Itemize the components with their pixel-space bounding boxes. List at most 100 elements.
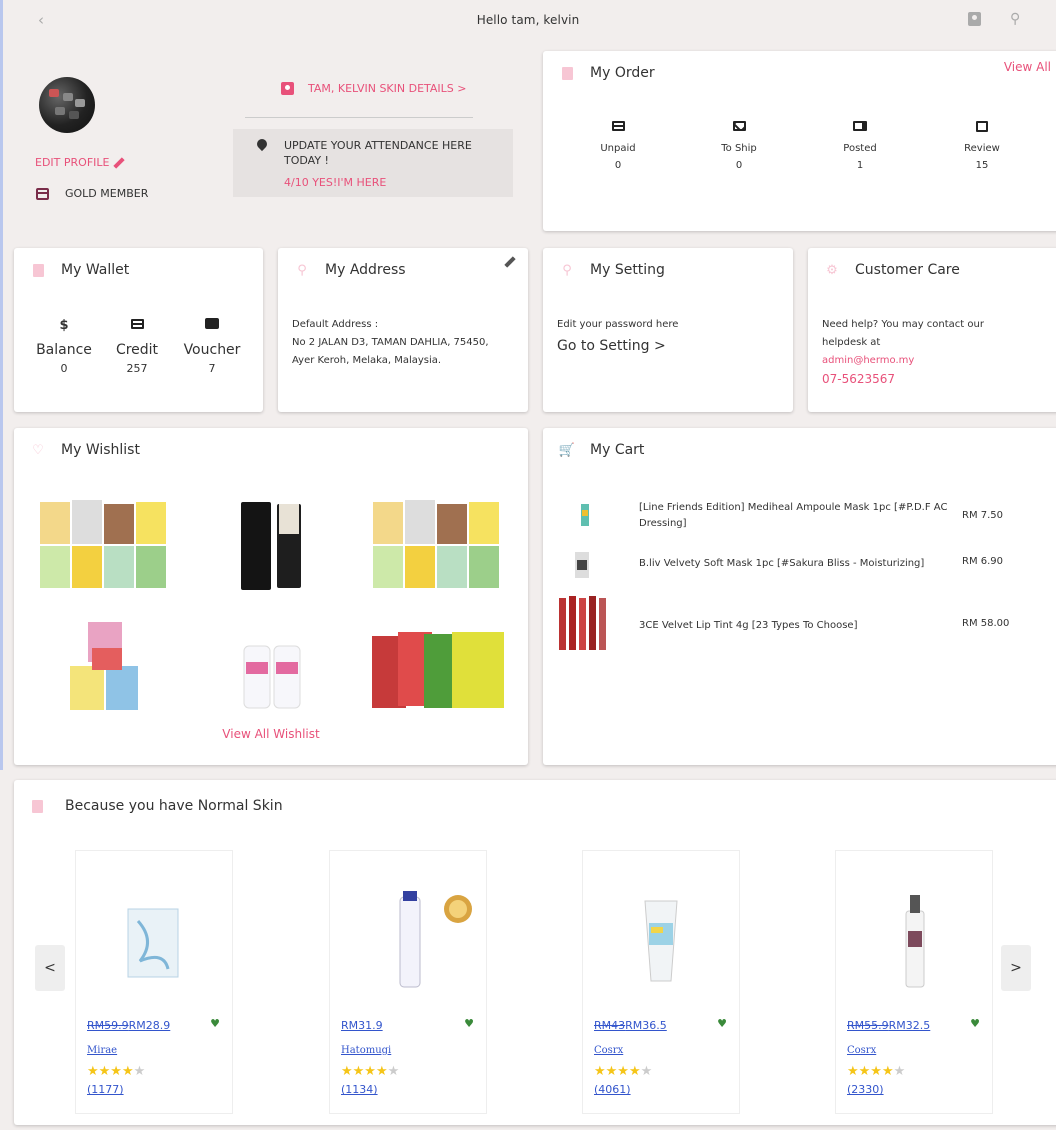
order-label: Unpaid — [600, 143, 636, 154]
wallet-title-text: My Wallet — [61, 262, 130, 278]
order-label: Review — [964, 143, 1000, 154]
wallet-label: Credit — [115, 342, 159, 358]
pencil-icon — [113, 156, 126, 169]
id-card-icon — [32, 799, 43, 813]
wallet-label: Voucher — [183, 342, 241, 358]
care-line-1: Need help? You may contact our — [822, 319, 984, 330]
wallet-credit[interactable]: Credit 257 — [102, 318, 172, 375]
old-price: RM43 — [594, 1019, 626, 1032]
order-label: Posted — [843, 143, 877, 154]
cart-item-name: [Line Friends Edition] Mediheal Ampoule … — [639, 502, 948, 529]
address-card: ⚲ My Address Default Address : No 2 JALA… — [278, 248, 528, 412]
attendance-text: UPDATE YOUR ATTENDANCE HERE TODAY ! — [284, 139, 472, 167]
order-review[interactable]: Review 15 — [947, 121, 1017, 171]
wishlist-item-micellar[interactable] — [242, 640, 302, 710]
wishlist-item-mask-set[interactable] — [40, 500, 168, 590]
wallet-balance[interactable]: $ Balance 0 — [29, 318, 99, 375]
review-count[interactable]: (2330) — [847, 1083, 884, 1096]
rating-stars: ★★★★★ — [594, 1064, 653, 1079]
divider — [245, 117, 473, 118]
product-brand[interactable]: Mirae — [87, 1045, 117, 1056]
cart-title-text: My Cart — [590, 442, 645, 458]
rating-stars: ★★★★★ — [341, 1064, 400, 1079]
order-count: 0 — [735, 160, 743, 171]
carousel-next-button[interactable]: > — [1001, 945, 1031, 991]
wallet-value: 0 — [60, 362, 68, 375]
attendance-status[interactable]: 4/10 YES!I'M HERE — [284, 176, 386, 189]
product-brand[interactable]: Hatomugi — [341, 1045, 391, 1056]
heart-icon[interactable]: ♥ — [717, 1017, 727, 1030]
care-line-2: helpdesk at — [822, 337, 881, 348]
rating-stars: ★★★★★ — [847, 1064, 906, 1079]
customer-care-card: ⚙ Customer Care Need help? You may conta… — [808, 248, 1056, 412]
care-email-link[interactable]: admin@hermo.my — [822, 352, 1042, 370]
address-text: Default Address : No 2 JALAN D3, TAMAN D… — [292, 316, 522, 370]
product-card[interactable]: RM55.9RM32.5 ♥ Cosrx ★★★★★ (2330) — [835, 850, 993, 1114]
cart-item[interactable]: B.liv Velvety Soft Mask 1pc [#Sakura Bli… — [557, 552, 1056, 582]
setting-title-text: My Setting — [590, 262, 665, 278]
product-image — [905, 895, 925, 988]
wishlist-item-stick[interactable] — [239, 500, 303, 592]
wallet-value: 7 — [208, 362, 216, 375]
edit-profile-link[interactable]: EDIT PROFILE — [35, 156, 126, 169]
view-all-wishlist-link[interactable]: View All Wishlist — [14, 727, 528, 741]
location-pin-icon: ⚲ — [297, 262, 307, 278]
cart-item[interactable]: 3CE Velvet Lip Tint 4g [23 Types To Choo… — [557, 596, 1056, 652]
skin-details-link[interactable]: TAM, KELVIN SKIN DETAILS > — [281, 82, 467, 95]
edit-address-icon[interactable] — [504, 256, 516, 268]
product-price: RM31.9 — [341, 1019, 383, 1032]
review-count[interactable]: (1134) — [341, 1083, 378, 1096]
order-unpaid[interactable]: Unpaid 0 — [583, 121, 653, 171]
setting-title: ⚲ My Setting — [561, 262, 665, 278]
avatar[interactable] — [39, 77, 95, 133]
cart-item[interactable]: [Line Friends Edition] Mediheal Ampoule … — [557, 500, 1056, 536]
product-card[interactable]: RM59.9RM28.9 ♥ Mirae ★★★★★ (1177) — [75, 850, 233, 1114]
product-brand[interactable]: Cosrx — [847, 1045, 876, 1056]
heart-icon: ♡ — [32, 442, 44, 458]
heart-icon[interactable]: ♥ — [970, 1017, 980, 1030]
rating-stars: ★★★★★ — [87, 1064, 146, 1079]
review-count[interactable]: (4061) — [594, 1083, 631, 1096]
card-icon — [130, 319, 144, 329]
attendance-box[interactable]: UPDATE YOUR ATTENDANCE HERE TODAY ! 4/10… — [233, 129, 513, 197]
location-pin-icon[interactable]: ⚲ — [1010, 11, 1020, 27]
product-brand[interactable]: Cosrx — [594, 1045, 623, 1056]
product-card[interactable]: RM31.9 ♥ Hatomugi ★★★★★ (1134) — [329, 850, 487, 1114]
product-price: RM43RM36.5 — [594, 1019, 667, 1032]
edit-profile-label: EDIT PROFILE — [35, 156, 110, 169]
cart-card: 🛒 My Cart [Line Friends Edition] Medihea… — [543, 428, 1056, 765]
view-all-orders-link[interactable]: View All — [1004, 60, 1051, 74]
setting-card: ⚲ My Setting Edit your password here Go … — [543, 248, 793, 412]
cart-item-price: RM 7.50 — [962, 510, 1004, 521]
wishlist-item-mask-set-2[interactable] — [373, 500, 501, 590]
address-label: Default Address : — [292, 319, 379, 330]
order-posted[interactable]: Posted 1 — [825, 121, 895, 171]
recommendation-title: Because you have Normal Skin — [32, 798, 283, 814]
carousel-prev-button[interactable]: < — [35, 945, 65, 991]
go-to-setting-link[interactable]: Go to Setting > — [557, 338, 666, 354]
customer-care-text: Need help? You may contact our helpdesk … — [822, 316, 1042, 388]
card-icon — [611, 121, 625, 131]
cart-item-name: B.liv Velvety Soft Mask 1pc [#Sakura Bli… — [639, 558, 925, 569]
product-card[interactable]: RM43RM36.5 ♥ Cosrx ★★★★★ (4061) — [582, 850, 740, 1114]
truck-icon — [853, 121, 867, 131]
location-pin-icon — [254, 136, 270, 152]
order-to-ship[interactable]: To Ship 0 — [704, 121, 774, 171]
chat-icon — [976, 121, 988, 132]
heart-icon[interactable]: ♥ — [464, 1017, 474, 1030]
order-count: 15 — [975, 160, 989, 171]
heart-icon[interactable]: ♥ — [210, 1017, 220, 1030]
wallet-voucher[interactable]: Voucher 7 — [177, 318, 247, 375]
chevron-left-icon[interactable]: ‹ — [38, 11, 44, 29]
review-count[interactable]: (1177) — [87, 1083, 124, 1096]
care-phone-link[interactable]: 07-5623567 — [822, 370, 1042, 388]
ticket-icon — [205, 318, 219, 329]
order-card: My Order View All Unpaid 0 To Ship 0 Pos… — [543, 51, 1056, 231]
dollar-icon: $ — [59, 318, 69, 333]
cart-item-price: RM 58.00 — [962, 618, 1010, 629]
wishlist-item-sheet-masks[interactable] — [70, 622, 140, 712]
id-card-icon[interactable] — [968, 12, 981, 26]
wishlist-item-slice-mask[interactable] — [372, 632, 506, 710]
address-title-text: My Address — [325, 262, 406, 278]
sale-price: RM31.9 — [341, 1019, 383, 1032]
